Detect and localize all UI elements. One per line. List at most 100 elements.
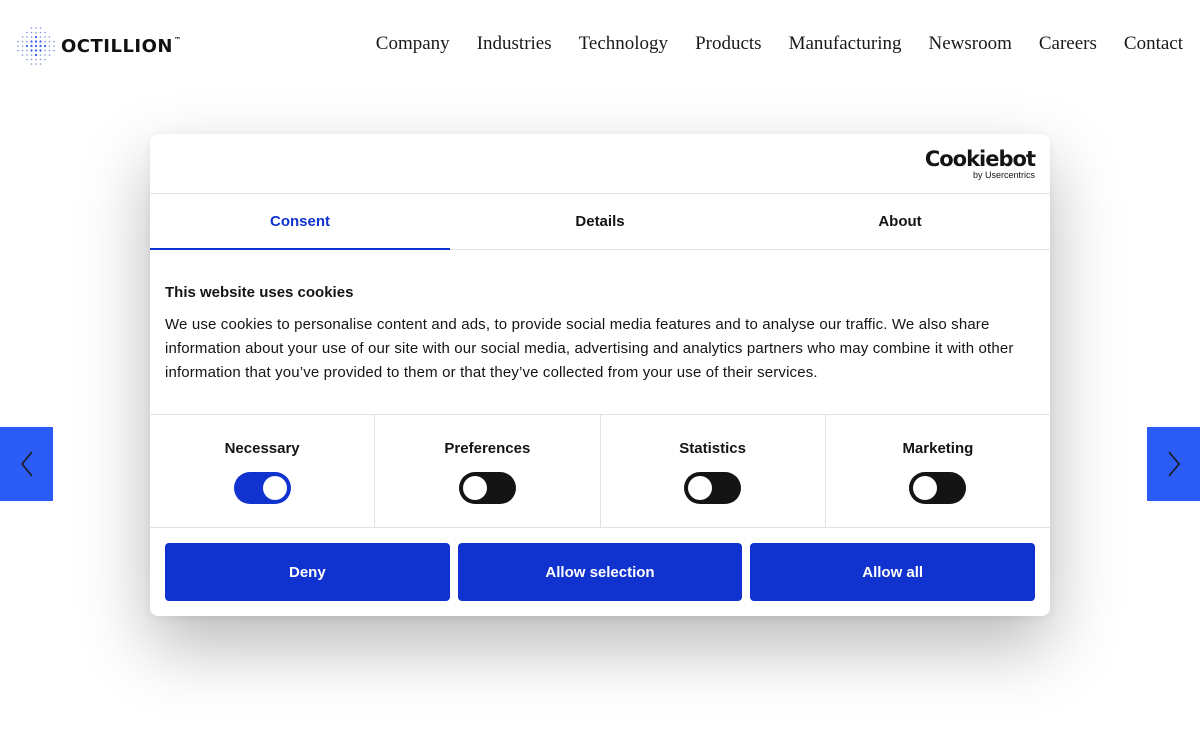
- logo-dot: [35, 58, 37, 61]
- toggle-marketing-switch[interactable]: [909, 472, 967, 504]
- logo-dot: [26, 58, 28, 61]
- main-nav: Company Industries Technology Products M…: [376, 33, 1183, 55]
- logo-dot: [30, 63, 33, 65]
- dialog-header: Cookiebot by Usercentrics: [150, 134, 1050, 194]
- logo-dot: [17, 45, 19, 47]
- logo-dot: [26, 40, 28, 43]
- logo-dot: [30, 54, 33, 56]
- nav-contact[interactable]: Contact: [1124, 33, 1183, 55]
- slider-next-button[interactable]: [1147, 427, 1200, 501]
- consent-buttons: Deny Allow selection Allow all: [150, 528, 1050, 601]
- deny-button[interactable]: Deny: [165, 543, 450, 601]
- logo-dot: [39, 63, 42, 65]
- logo-dot: [34, 35, 38, 39]
- logo-dot: [44, 54, 46, 56]
- consent-toggles: Necessary Preferences Statistics Marketi…: [150, 415, 1050, 528]
- logo-dot: [21, 36, 24, 38]
- octillion-logo[interactable]: OCTILLION™: [16, 26, 182, 66]
- logo-dot: [53, 40, 55, 43]
- cookiebot-brand: Cookiebot: [924, 147, 1036, 171]
- toggle-preferences-cell: Preferences: [375, 415, 601, 527]
- logo-dot: [35, 31, 37, 34]
- logo-dot: [39, 58, 42, 61]
- chevron-left-icon: [20, 451, 33, 477]
- logo-dot: [30, 49, 33, 52]
- logo-dot: [21, 54, 24, 56]
- logo-dot: [30, 40, 33, 43]
- nav-newsroom[interactable]: Newsroom: [928, 33, 1011, 55]
- logo-dot: [30, 58, 33, 61]
- logo-dot: [44, 40, 46, 43]
- dialog-tabs: Consent Details About: [150, 194, 1050, 250]
- logo-dot: [39, 31, 42, 34]
- chevron-right-icon: [1167, 451, 1180, 477]
- logo-dot: [43, 44, 47, 48]
- logo-dot: [39, 40, 42, 43]
- logo-dot: [34, 53, 38, 57]
- toggle-statistics-label: Statistics: [679, 440, 746, 457]
- logo-dot: [21, 40, 24, 43]
- logo-dot: [34, 44, 38, 48]
- logo-dot: [21, 45, 24, 47]
- switch-knob: [688, 476, 713, 500]
- logo-dot: [25, 44, 29, 48]
- tab-consent[interactable]: Consent: [150, 194, 450, 250]
- logo-dot: [48, 45, 51, 47]
- switch-knob: [913, 476, 938, 500]
- logo-dot: [44, 36, 46, 38]
- switch-knob: [462, 476, 487, 500]
- logo-dot: [30, 27, 33, 29]
- nav-industries[interactable]: Industries: [477, 33, 552, 55]
- logo-dot: [39, 44, 42, 48]
- logo-text: OCTILLION™: [61, 35, 182, 57]
- tab-about[interactable]: About: [750, 194, 1050, 249]
- cookiebot-logo: Cookiebot by Usercentrics: [924, 147, 1036, 180]
- slider-prev-button[interactable]: [0, 427, 53, 501]
- logo-dot: [48, 54, 51, 56]
- toggle-preferences-label: Preferences: [444, 440, 531, 457]
- nav-products[interactable]: Products: [695, 33, 762, 55]
- logo-dot: [53, 45, 55, 47]
- logo-dot: [30, 31, 33, 34]
- consent-description: We use cookies to personalise content an…: [165, 316, 1014, 381]
- toggle-preferences-switch[interactable]: [458, 472, 516, 504]
- logo-dot: [48, 40, 51, 43]
- logo-dot: [44, 31, 46, 34]
- site-header: OCTILLION™ Company Industries Technology…: [0, 0, 1200, 90]
- logo-dot: [34, 40, 38, 43]
- toggle-marketing-cell: Marketing: [826, 415, 1050, 527]
- nav-technology[interactable]: Technology: [579, 33, 668, 55]
- toggle-marketing-label: Marketing: [902, 440, 974, 457]
- logo-dot: [21, 49, 24, 52]
- logo-dot: [35, 27, 37, 29]
- cookie-consent-dialog: Cookiebot by Usercentrics Consent Detail…: [150, 134, 1050, 616]
- tab-details[interactable]: Details: [450, 194, 750, 249]
- logo-dot: [26, 31, 28, 34]
- logo-dot: [39, 49, 42, 52]
- consent-body: This website uses cookies We use cookies…: [150, 250, 1050, 415]
- logo-dot: [17, 49, 19, 52]
- toggle-necessary-cell: Necessary: [150, 415, 376, 527]
- logo-dot: [26, 54, 28, 56]
- logo-dot: [48, 49, 51, 52]
- nav-careers[interactable]: Careers: [1039, 33, 1097, 55]
- allow-all-button[interactable]: Allow all: [750, 543, 1036, 601]
- nav-manufacturing[interactable]: Manufacturing: [789, 33, 902, 55]
- toggle-necessary-switch[interactable]: [233, 472, 291, 504]
- allow-selection-button[interactable]: Allow selection: [457, 543, 743, 601]
- logo-dot: [17, 40, 19, 43]
- logo-dot: [34, 49, 38, 52]
- toggle-statistics-cell: Statistics: [601, 415, 826, 527]
- logo-dot: [48, 36, 51, 38]
- logo-dot: [30, 44, 33, 48]
- dot-grid-logo-icon: [17, 27, 55, 65]
- nav-company[interactable]: Company: [376, 33, 450, 55]
- logo-dot: [39, 27, 42, 29]
- cookiebot-sub: by Usercentrics: [972, 170, 1035, 180]
- logo-dot: [44, 49, 46, 52]
- switch-knob: [262, 476, 287, 500]
- logo-dot: [53, 49, 55, 52]
- logo-dot: [39, 36, 42, 38]
- logo-dot: [39, 54, 42, 56]
- toggle-statistics-switch[interactable]: [684, 472, 742, 504]
